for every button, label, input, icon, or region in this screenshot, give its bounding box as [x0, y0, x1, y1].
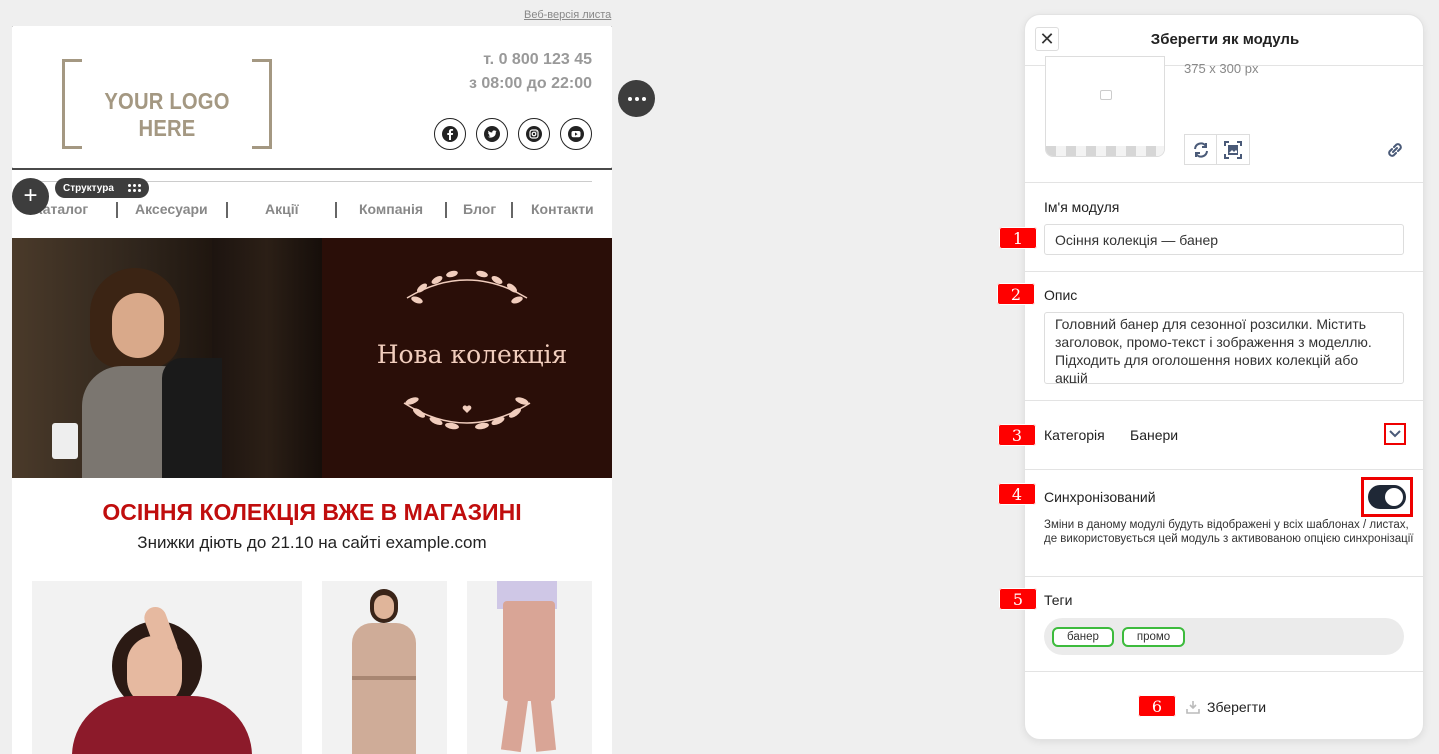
module-more-options-button[interactable] [618, 80, 655, 117]
product-image-dress[interactable] [32, 581, 302, 754]
save-module-panel: ✕ Зберегти як модуль 375 x 300 px Ім'я м… [1024, 14, 1424, 740]
email-canvas: YOUR LOGO HERE т. 0 800 123 45 з 08:00 д… [12, 26, 612, 754]
promo-subline: Знижки діють до 21.10 на сайті example.c… [137, 533, 487, 552]
nav-separator [511, 202, 513, 218]
panel-title: Зберегти як модуль [1150, 31, 1300, 48]
contact-info: т. 0 800 123 45 з 08:00 до 22:00 [469, 48, 592, 96]
facebook-icon[interactable] [434, 118, 466, 150]
description-field[interactable]: Головний банер для сезонної розсилки. Мі… [1044, 312, 1404, 384]
sync-toggle[interactable] [1361, 477, 1413, 517]
module-preview-thumbnail [1045, 56, 1165, 157]
nav-separator [116, 202, 118, 218]
bottom-wreath-icon [403, 397, 531, 430]
tag-chip[interactable]: промо [1121, 626, 1186, 647]
more-dots-icon [627, 96, 632, 101]
description-section: Опис Головний банер для сезонної розсилк… [1025, 272, 1423, 401]
logo-placeholder: YOUR LOGO HERE [62, 59, 272, 149]
annotation-marker-3: 3 [998, 424, 1036, 446]
sync-hint: Зміни в даному модулі будуть відображені… [1044, 519, 1414, 545]
preview-tools [1184, 134, 1250, 165]
tags-label: Теги [1044, 592, 1073, 608]
instagram-icon[interactable] [518, 118, 550, 150]
annotation-marker-1: 1 [999, 227, 1037, 249]
youtube-icon[interactable] [560, 118, 592, 150]
nav-separator [335, 202, 337, 218]
category-select[interactable]: Банери [1130, 427, 1178, 443]
web-version-link[interactable]: Веб-версія листа [524, 9, 611, 21]
top-wreath-icon [406, 270, 528, 304]
banner-door [212, 238, 322, 478]
sync-toggle-switch[interactable] [1368, 485, 1406, 509]
preview-section: 375 x 300 px [1025, 56, 1423, 183]
nav-item-promotions[interactable]: Акції [265, 201, 299, 217]
sync-section: Синхронізований Зміни в даному модулі бу… [1025, 470, 1423, 577]
twitter-icon[interactable] [476, 118, 508, 150]
crop-preview-icon[interactable] [1217, 134, 1250, 165]
image-placeholder-icon [1100, 90, 1112, 100]
logo-text: YOUR LOGO HERE [104, 88, 230, 141]
structure-label: Структура [63, 182, 114, 194]
nav-item-company[interactable]: Компанія [359, 201, 423, 217]
phone-number: т. 0 800 123 45 [483, 51, 592, 68]
module-name-field[interactable]: Осіння колекція — банер [1044, 224, 1404, 255]
nav-item-contacts[interactable]: Контакти [531, 201, 594, 217]
chevron-down-icon[interactable] [1384, 423, 1406, 445]
banner-title: Нова колекція [376, 340, 568, 369]
hero-banner[interactable]: Нова колекція [12, 238, 612, 478]
annotation-marker-2: 2 [997, 283, 1035, 305]
tag-chip[interactable]: банер [1052, 626, 1114, 647]
tags-section: Теги банер промо [1025, 577, 1423, 672]
social-icons [434, 118, 592, 150]
working-hours: з 08:00 до 22:00 [468, 75, 592, 92]
nav-item-accessories[interactable]: Аксесуари [135, 201, 208, 217]
product-image-trousers[interactable] [467, 581, 592, 754]
promo-headline: ОСІННЯ КОЛЕКЦІЯ ВЖЕ В МАГАЗИНІ [102, 499, 522, 525]
model-coat [162, 358, 222, 478]
refresh-preview-icon[interactable] [1184, 134, 1217, 165]
drag-handle-icon[interactable] [127, 184, 141, 192]
main-nav: Каталог Аксесуари Акції Компанія Блог Ко… [12, 201, 612, 221]
add-module-button[interactable]: + [12, 178, 49, 215]
sync-label: Синхронізований [1044, 489, 1156, 505]
nav-item-blog[interactable]: Блог [463, 201, 496, 217]
link-icon[interactable] [1385, 140, 1405, 165]
nav-separator [226, 202, 228, 218]
product-image-coat[interactable] [322, 581, 447, 754]
tags-input[interactable]: банер промо [1044, 618, 1404, 655]
coffee-cup [52, 423, 78, 459]
model-face [112, 293, 164, 358]
header-module-selected[interactable]: YOUR LOGO HERE т. 0 800 123 45 з 08:00 д… [12, 26, 612, 170]
category-section: Категорія Банери [1025, 401, 1423, 470]
annotation-marker-4: 4 [998, 483, 1036, 505]
description-label: Опис [1044, 287, 1078, 303]
download-icon [1186, 701, 1200, 714]
nav-separator [445, 202, 447, 218]
annotation-marker-6: 6 [1138, 695, 1176, 717]
module-name-label: Ім'я модуля [1044, 199, 1120, 215]
preview-dimensions: 375 x 300 px [1184, 61, 1259, 76]
save-label: Зберегти [1207, 699, 1267, 715]
annotation-marker-5: 5 [999, 588, 1037, 610]
save-button[interactable]: Зберегти [1185, 695, 1266, 719]
category-label: Категорія [1044, 427, 1105, 443]
structure-chip[interactable]: Структура [55, 178, 149, 198]
module-name-section: Ім'я модуля Осіння колекція — банер [1025, 183, 1423, 272]
